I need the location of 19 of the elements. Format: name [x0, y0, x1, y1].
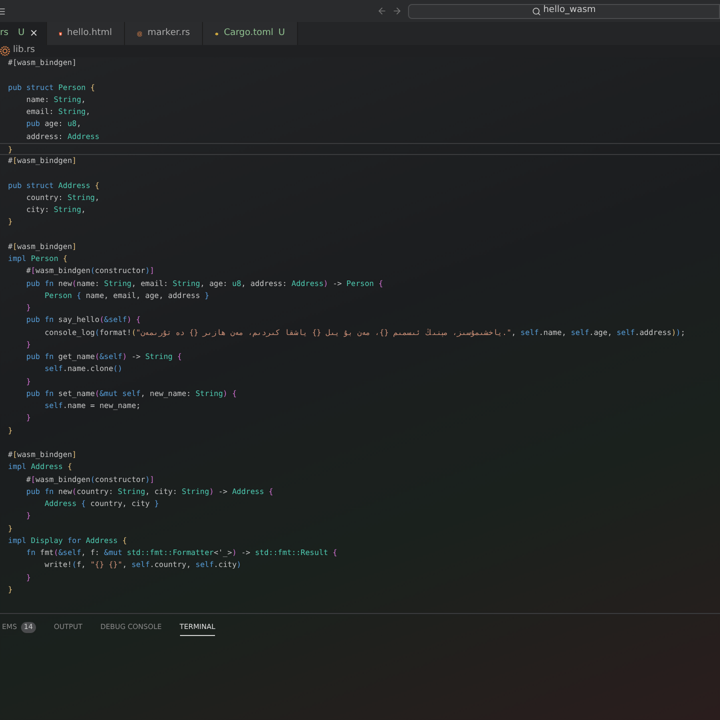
gear-icon [0, 46, 10, 56]
forward-arrow-icon[interactable] [392, 6, 402, 16]
tab-label: hello.html [67, 26, 112, 40]
search-field[interactable]: hello_wasm [408, 4, 720, 18]
search-icon [532, 6, 542, 16]
editor-tab[interactable]: hello.html [47, 22, 125, 45]
back-arrow-icon[interactable] [377, 6, 387, 16]
search-text: hello_wasm [543, 4, 596, 18]
git-status-letter: U [278, 26, 285, 40]
editor-tab[interactable]: marker.rs [125, 22, 203, 45]
gear-icon [137, 28, 142, 38]
tab-label: marker.rs [147, 26, 190, 40]
editor-tab[interactable]: rs U × [0, 22, 47, 45]
git-status-letter: U [18, 26, 25, 40]
tab-label: rs [0, 26, 8, 40]
breadcrumb-item[interactable]: lib.rs [13, 44, 35, 58]
tab-label: Cargo.toml [224, 26, 274, 40]
close-button[interactable]: × [30, 26, 38, 41]
editor-tab[interactable]: Cargo.toml U [203, 22, 298, 45]
